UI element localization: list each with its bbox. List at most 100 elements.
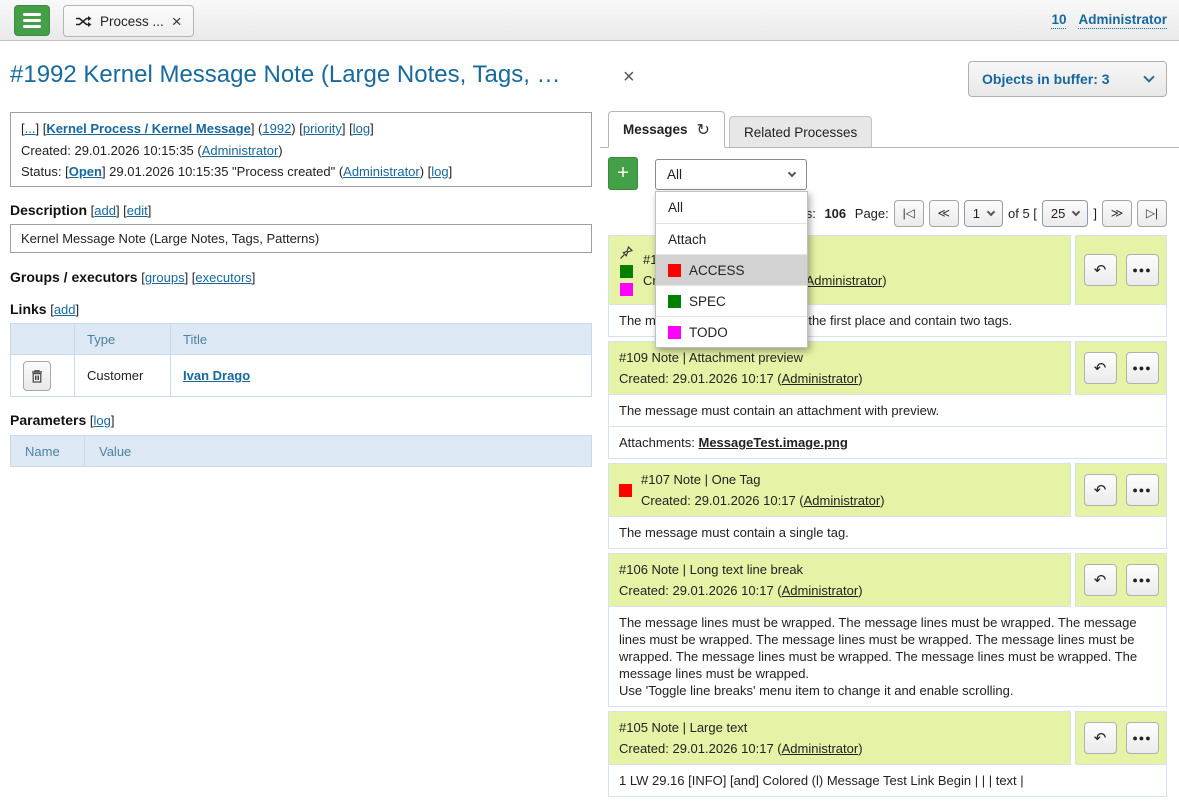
attachment-link[interactable]: MessageTest.image.png [698, 435, 847, 450]
ellipsis-icon: ●●● [1132, 733, 1151, 743]
text: ] [111, 413, 115, 428]
link-title-link[interactable]: Ivan Drago [183, 368, 250, 383]
description-edit-link[interactable]: edit [127, 203, 148, 218]
section-title: Description [10, 202, 87, 218]
first-page-button[interactable]: |◁ [894, 200, 924, 227]
last-page-button[interactable]: ▷| [1137, 200, 1167, 227]
process-type-link[interactable]: Kernel Process / Kernel Message [46, 121, 251, 136]
text: Status: [ [21, 164, 69, 179]
reply-button[interactable]: ↶ [1084, 722, 1117, 754]
message-menu-button[interactable]: ●●● [1126, 722, 1159, 754]
hamburger-menu-button[interactable] [14, 5, 50, 36]
tag-swatch [620, 265, 633, 278]
user-menu-link[interactable]: Administrator [1078, 12, 1167, 29]
message-header: #105 Note | Large text Created: 29.01.20… [608, 711, 1071, 765]
process-id-link[interactable]: 1992 [262, 121, 291, 136]
reply-button[interactable]: ↶ [1084, 352, 1117, 384]
parameters-log-link[interactable]: log [94, 413, 111, 428]
prev-page-button[interactable]: ≪ [929, 200, 959, 227]
objects-in-buffer-button[interactable]: Objects in buffer: 3 [968, 61, 1167, 97]
text: ] [ [342, 121, 353, 136]
user-area: 10 Administrator [1051, 12, 1167, 29]
add-message-button[interactable]: + [608, 157, 638, 190]
groups-link[interactable]: groups [145, 270, 185, 285]
process-tab[interactable]: Process ... × [63, 5, 194, 37]
link-type-cell: Customer [75, 355, 171, 396]
user-link[interactable]: Administrator [806, 273, 883, 288]
user-link[interactable]: Administrator [202, 143, 279, 158]
message-created: Created: 29.01.2026 10:17 (Administrator… [619, 583, 863, 598]
message-body: The message must contain an attachment w… [608, 395, 1167, 427]
option-label: Attach [668, 232, 706, 247]
filter-option-access[interactable]: ACCESS [656, 254, 807, 285]
trash-icon [31, 369, 43, 383]
expand-link[interactable]: ... [25, 121, 36, 136]
links-add-link[interactable]: add [54, 302, 76, 317]
text: ) [858, 741, 862, 756]
text: [ [138, 270, 145, 285]
page-size-select[interactable]: 25 [1042, 200, 1088, 227]
log-link[interactable]: log [353, 121, 370, 136]
chevron-down-icon [987, 207, 995, 215]
reply-icon: ↶ [1094, 571, 1107, 589]
filter-option-all[interactable]: All [656, 192, 807, 223]
info-line-3: Status: [Open] 29.01.2026 10:15:35 "Proc… [21, 161, 581, 183]
delete-link-button[interactable] [23, 361, 51, 391]
process-tab-close-icon[interactable]: × [172, 13, 182, 30]
message-item: #109 Note | Attachment preview Created: … [608, 341, 1167, 459]
page-number-select[interactable]: 1 [964, 200, 1003, 227]
user-link[interactable]: Administrator [782, 741, 859, 756]
parameters-table: Name Value [10, 435, 592, 467]
message-menu-button[interactable]: ●●● [1126, 254, 1159, 286]
buffer-count-link[interactable]: 10 [1051, 12, 1066, 29]
reply-button[interactable]: ↶ [1084, 254, 1117, 286]
text: ] 29.01.2026 10:15:35 "Process created" … [102, 164, 343, 179]
parameters-section-header: Parameters [log] [10, 411, 115, 430]
attachments-label: Attachments: [619, 435, 698, 450]
message-created: Created: 29.01.2026 10:17 (Administrator… [641, 493, 885, 508]
filter-selected-value: All [667, 167, 682, 182]
info-line-1: [...] [Kernel Process / Kernel Message] … [21, 118, 581, 140]
executors-link[interactable]: executors [195, 270, 251, 285]
message-header: #109 Note | Attachment preview Created: … [608, 341, 1071, 395]
ellipsis-icon: ●●● [1132, 485, 1151, 495]
page-close-icon[interactable]: × [623, 66, 635, 89]
filter-option-attach[interactable]: Attach [656, 223, 807, 254]
filter-option-spec[interactable]: SPEC [656, 285, 807, 316]
description-value: Kernel Message Note (Large Notes, Tags, … [10, 224, 592, 253]
user-link[interactable]: Administrator [343, 164, 420, 179]
filter-option-todo[interactable]: TODO [656, 316, 807, 347]
message-item: #107 Note | One Tag Created: 29.01.2026 … [608, 463, 1167, 549]
shuffle-icon [75, 15, 92, 28]
user-link[interactable]: Administrator [782, 583, 859, 598]
text: ] [ [116, 203, 127, 218]
message-item: #106 Note | Long text line break Created… [608, 553, 1167, 707]
message-menu-button[interactable]: ●●● [1126, 564, 1159, 596]
status-log-link[interactable]: log [431, 164, 448, 179]
tab-messages[interactable]: Messages ↻ [608, 111, 725, 148]
message-menu-button[interactable]: ●●● [1126, 474, 1159, 506]
next-page-button[interactable]: ≫ [1102, 200, 1132, 227]
tab-related-processes[interactable]: Related Processes [729, 116, 872, 147]
message-filter-select[interactable]: All [655, 159, 807, 190]
text: ] ( [251, 121, 263, 136]
message-created: Created: 29.01.2026 10:17 (Administrator… [619, 371, 863, 386]
text: ) [ [291, 121, 303, 136]
message-created: Created: 29.01.2026 10:17 (Administrator… [619, 741, 863, 756]
parameters-header-name: Name [11, 436, 85, 466]
reply-button[interactable]: ↶ [1084, 564, 1117, 596]
page-number-value: 1 [973, 206, 980, 221]
message-menu-button[interactable]: ●●● [1126, 352, 1159, 384]
panel-tabstrip: Messages ↻ Related Processes [600, 111, 1179, 148]
priority-link[interactable]: priority [303, 121, 342, 136]
status-open-link[interactable]: Open [69, 164, 102, 179]
message-title: #107 Note | One Tag [641, 472, 885, 487]
message-body: The message must contain a single tag. [608, 517, 1167, 549]
refresh-icon[interactable]: ↻ [697, 120, 710, 140]
reply-button[interactable]: ↶ [1084, 474, 1117, 506]
user-link[interactable]: Administrator [804, 493, 881, 508]
description-add-link[interactable]: add [94, 203, 116, 218]
user-link[interactable]: Administrator [782, 371, 859, 386]
links-table-header: Type Title [11, 324, 591, 354]
text: ) [858, 371, 862, 386]
